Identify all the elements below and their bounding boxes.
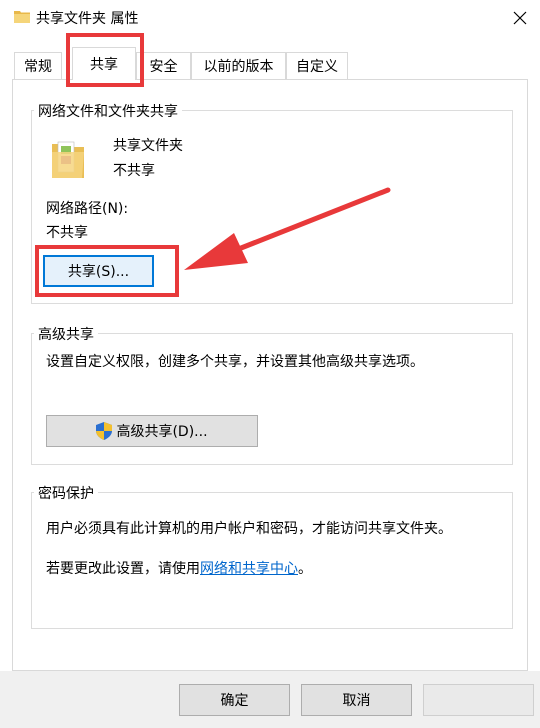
tab-customize[interactable]: 自定义 [286,52,348,79]
password-protection-title: 密码保护 [34,483,98,503]
network-path-value: 不共享 [46,225,88,241]
tab-general[interactable]: 常规 [14,52,62,79]
red-arrow-annotation [184,187,391,270]
change-setting-prefix: 若要更改此设置，请使用 [46,561,200,577]
cancel-button[interactable]: 取消 [301,684,412,716]
tab-label: 安全 [149,59,178,75]
ok-button-label: 确定 [220,693,249,709]
change-setting-suffix: 。 [298,561,312,577]
network-sharing-title: 网络文件和文件夹共享 [34,101,182,121]
share-button[interactable]: 共享(S)... [43,255,154,287]
shared-folder-icon [52,141,84,178]
tab-label: 自定义 [296,59,338,75]
close-button[interactable] [500,0,540,36]
tab-sharing[interactable]: 共享 [72,47,136,80]
advanced-sharing-description: 设置自定义权限，创建多个共享，并设置其他高级共享选项。 [46,354,424,370]
network-path-label: 网络路径(N): [46,201,129,217]
change-setting-text: 若要更改此设置，请使用网络和共享中心。 [46,558,312,578]
advanced-sharing-button[interactable]: 高级共享(D)... [46,415,258,447]
folder-status: 不共享 [113,163,155,179]
tab-label: 共享 [90,57,118,73]
uac-shield-icon [96,422,113,440]
tab-previous-versions[interactable]: 以前的版本 [191,52,286,79]
close-icon [513,11,527,25]
password-protection-description: 用户必须具有此计算机的用户帐户和密码，才能访问共享文件夹。 [46,521,452,537]
ok-button[interactable]: 确定 [179,684,290,716]
folder-name: 共享文件夹 [113,138,183,154]
advanced-sharing-title: 高级共享 [34,324,98,344]
title-bar: 共享文件夹 属性 [0,0,540,36]
apply-button[interactable] [423,684,534,716]
window-title: 共享文件夹 属性 [36,11,139,27]
network-sharing-center-link[interactable]: 网络和共享中心 [200,561,298,577]
tab-label: 以前的版本 [203,59,274,75]
tab-label: 常规 [24,59,52,75]
advanced-sharing-button-label: 高级共享(D)... [116,424,208,440]
tab-security[interactable]: 安全 [136,52,191,79]
cancel-button-label: 取消 [342,693,371,709]
share-button-label: 共享(S)... [67,264,130,280]
folder-icon [14,11,30,23]
